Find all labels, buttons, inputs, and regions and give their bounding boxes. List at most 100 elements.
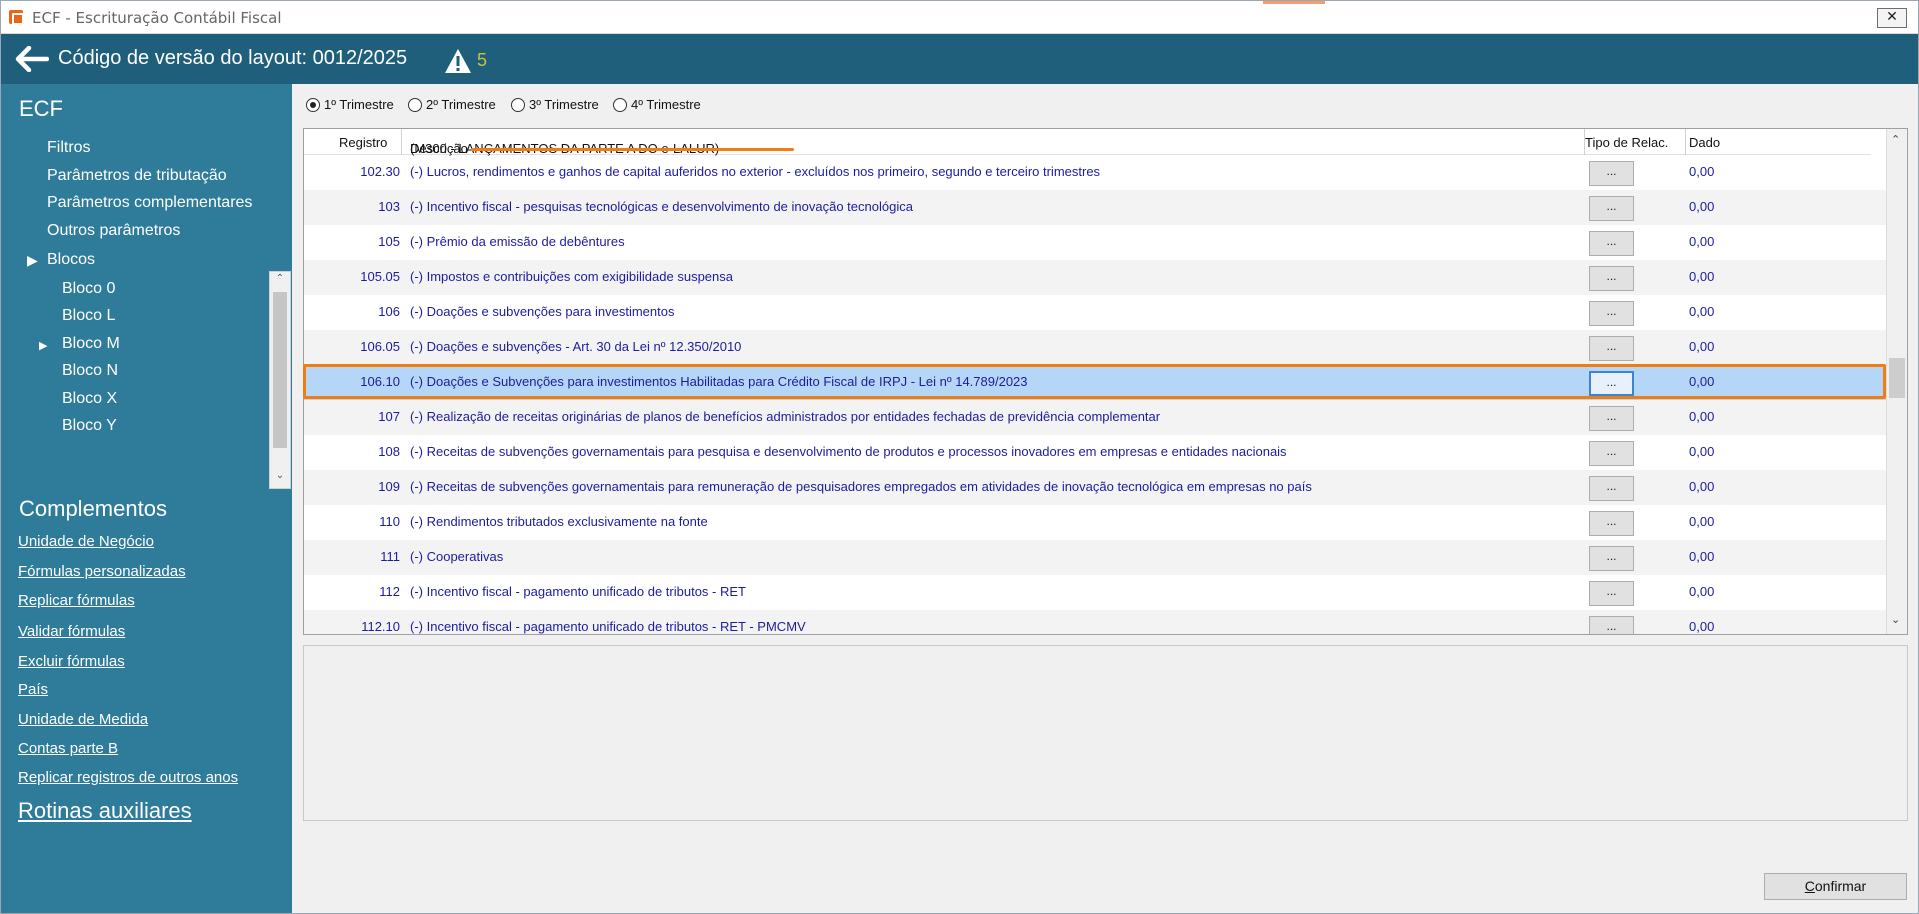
dado-cell[interactable]: 0,00: [1689, 444, 1714, 459]
warning-icon[interactable]: [444, 47, 472, 75]
sidebar-item-bloco-m[interactable]: Bloco M: [62, 335, 120, 353]
tipo-relac-button[interactable]: ...: [1589, 161, 1634, 186]
sidebar-item-bloco-n[interactable]: Bloco N: [62, 362, 118, 380]
dado-cell[interactable]: 0,00: [1689, 479, 1714, 494]
link-excluir-formulas[interactable]: Excluir fórmulas: [18, 653, 125, 670]
link-replicar-registros[interactable]: Replicar registros de outros anos: [18, 769, 238, 786]
link-unidade-negocio[interactable]: Unidade de Negócio: [18, 533, 154, 550]
registro-cell: 111: [380, 549, 400, 564]
expand-arrow-icon[interactable]: ▶: [27, 253, 38, 269]
scroll-thumb[interactable]: [1889, 358, 1905, 398]
back-arrow-icon[interactable]: [15, 46, 49, 72]
registro-cell: 110: [379, 514, 400, 529]
scroll-down-icon[interactable]: ⌄: [1891, 613, 1900, 626]
dado-cell[interactable]: 0,00: [1689, 339, 1714, 354]
dado-cell[interactable]: 0,00: [1689, 269, 1714, 284]
dado-cell[interactable]: 0,00: [1689, 199, 1714, 214]
tipo-relac-button[interactable]: ...: [1589, 301, 1634, 326]
sidebar-item-bloco-x[interactable]: Bloco X: [62, 390, 117, 408]
title-accent: [1263, 1, 1325, 4]
table-row[interactable]: 106 (-) Doações e subvenções para investi…: [304, 295, 1889, 330]
link-pais[interactable]: País: [18, 681, 48, 698]
col-registro[interactable]: Registro: [339, 135, 387, 150]
descricao-cell: (-) Cooperativas: [410, 549, 504, 564]
grid-scrollbar[interactable]: ⌃ ⌄: [1886, 129, 1907, 634]
link-validar-formulas[interactable]: Validar fórmulas: [18, 623, 125, 640]
radio-4-trimestre[interactable]: 4º Trimestre: [613, 97, 701, 112]
link-formulas-personalizadas[interactable]: Fórmulas personalizadas: [18, 563, 186, 580]
table-row[interactable]: 109 (-) Receitas de subvenções governamen…: [304, 470, 1889, 505]
table-row[interactable]: 108 (-) Receitas de subvenções governamen…: [304, 435, 1889, 470]
expand-arrow-icon[interactable]: ▶: [39, 339, 47, 352]
sidebar-scrollbar[interactable]: ⌃ ⌄: [269, 271, 291, 489]
tipo-relac-button[interactable]: ...: [1589, 441, 1634, 466]
confirm-button[interactable]: Confirmar: [1764, 873, 1907, 900]
scroll-up-icon[interactable]: ⌃: [272, 273, 288, 289]
tipo-relac-button[interactable]: ...: [1589, 511, 1634, 536]
link-replicar-formulas[interactable]: Replicar fórmulas: [18, 592, 135, 609]
tipo-relac-button[interactable]: ...: [1589, 336, 1634, 361]
tipo-relac-button[interactable]: ...: [1589, 546, 1634, 571]
dado-cell[interactable]: 0,00: [1689, 514, 1714, 529]
registro-cell: 106: [378, 304, 400, 319]
tipo-relac-button[interactable]: ...: [1589, 581, 1634, 606]
descricao-cell: (-) Receitas de subvenções governamentai…: [410, 444, 1287, 459]
tipo-relac-button[interactable]: ...: [1589, 266, 1634, 291]
tipo-relac-button[interactable]: ...: [1589, 406, 1634, 431]
table-row[interactable]: 103 (-) Incentivo fiscal - pesquisas tecn…: [304, 190, 1889, 225]
registro-cell: 107: [378, 409, 400, 424]
close-button[interactable]: ✕: [1877, 8, 1907, 28]
rotinas-auxiliares-link[interactable]: Rotinas auxiliares: [18, 798, 192, 824]
link-unidade-medida[interactable]: Unidade de Medida: [18, 711, 148, 728]
dado-cell[interactable]: 0,00: [1689, 234, 1714, 249]
table-row[interactable]: 112.10 (-) Incentivo fiscal - pagamento u…: [304, 610, 1889, 634]
dado-cell[interactable]: 0,00: [1689, 409, 1714, 424]
sidebar-item-bloco-l[interactable]: Bloco L: [62, 307, 115, 325]
dado-cell[interactable]: 0,00: [1689, 374, 1714, 389]
table-row[interactable]: 105 (-) Prêmio da emissão de debêntures..…: [304, 225, 1889, 260]
scroll-down-icon[interactable]: ⌄: [272, 470, 288, 486]
descricao-cell: (-) Incentivo fiscal - pagamento unifica…: [410, 619, 806, 634]
scroll-thumb[interactable]: [273, 292, 287, 448]
dado-cell[interactable]: 0,00: [1689, 584, 1714, 599]
tipo-relac-button[interactable]: ...: [1589, 196, 1634, 221]
table-row[interactable]: 106.05 (-) Doações e subvenções - Art. 30…: [304, 330, 1889, 365]
registro-cell: 105: [378, 234, 400, 249]
sidebar-item-outros-parametros[interactable]: Outros parâmetros: [47, 222, 180, 240]
table-row[interactable]: 110 (-) Rendimentos tributados exclusivam…: [304, 505, 1889, 540]
sidebar-item-blocos[interactable]: Blocos: [47, 251, 95, 269]
table-row[interactable]: 107 (-) Realização de receitas originária…: [304, 400, 1889, 435]
dado-cell[interactable]: 0,00: [1689, 304, 1714, 319]
table-row[interactable]: 106.10 (-) Doações e Subvenções para inve…: [304, 365, 1889, 400]
registro-cell: 106.10: [360, 374, 400, 389]
tipo-relac-button[interactable]: ...: [1589, 371, 1634, 396]
radio-3-trimestre[interactable]: 3º Trimestre: [511, 97, 599, 112]
table-row[interactable]: 112 (-) Incentivo fiscal - pagamento unif…: [304, 575, 1889, 610]
app-logo-icon: [9, 10, 24, 25]
dado-cell[interactable]: 0,00: [1689, 549, 1714, 564]
dado-cell[interactable]: 0,00: [1689, 619, 1714, 634]
table-row[interactable]: 111 (-) Cooperativas... 0,00: [304, 540, 1889, 575]
dado-cell[interactable]: 0,00: [1689, 164, 1714, 179]
tipo-relac-button[interactable]: ...: [1589, 476, 1634, 501]
col-tipo-relac[interactable]: Tipo de Relac.: [1585, 135, 1668, 150]
link-contas-parte-b[interactable]: Contas parte B: [18, 740, 118, 757]
sidebar-item-parametros-tributacao[interactable]: Parâmetros de tributação: [47, 167, 227, 185]
tipo-relac-button[interactable]: ...: [1589, 616, 1634, 634]
sidebar-item-bloco-y[interactable]: Bloco Y: [62, 417, 117, 435]
title-bar: ECF - Escrituração Contábil Fiscal ✕: [1, 1, 1918, 34]
sidebar-item-parametros-complementares[interactable]: Parâmetros complementares: [47, 194, 252, 212]
table-row[interactable]: 105.05 (-) Impostos e contribuições com e…: [304, 260, 1889, 295]
radio-1-trimestre[interactable]: 1º Trimestre: [306, 97, 394, 112]
radio-2-trimestre[interactable]: 2º Trimestre: [408, 97, 496, 112]
section-highlight-underline: [471, 148, 794, 151]
radio-label: 2º Trimestre: [426, 97, 496, 112]
col-dado[interactable]: Dado: [1689, 135, 1720, 150]
tipo-relac-button[interactable]: ...: [1589, 231, 1634, 256]
scroll-up-icon[interactable]: ⌃: [1891, 133, 1900, 146]
radio-label: 1º Trimestre: [324, 97, 394, 112]
sidebar-item-bloco-0[interactable]: Bloco 0: [62, 280, 115, 298]
table-row[interactable]: 102.30 (-) Lucros, rendimentos e ganhos d…: [304, 155, 1889, 190]
sidebar-item-filtros[interactable]: Filtros: [47, 139, 91, 157]
descricao-cell: (-) Receitas de subvenções governamentai…: [410, 479, 1312, 494]
